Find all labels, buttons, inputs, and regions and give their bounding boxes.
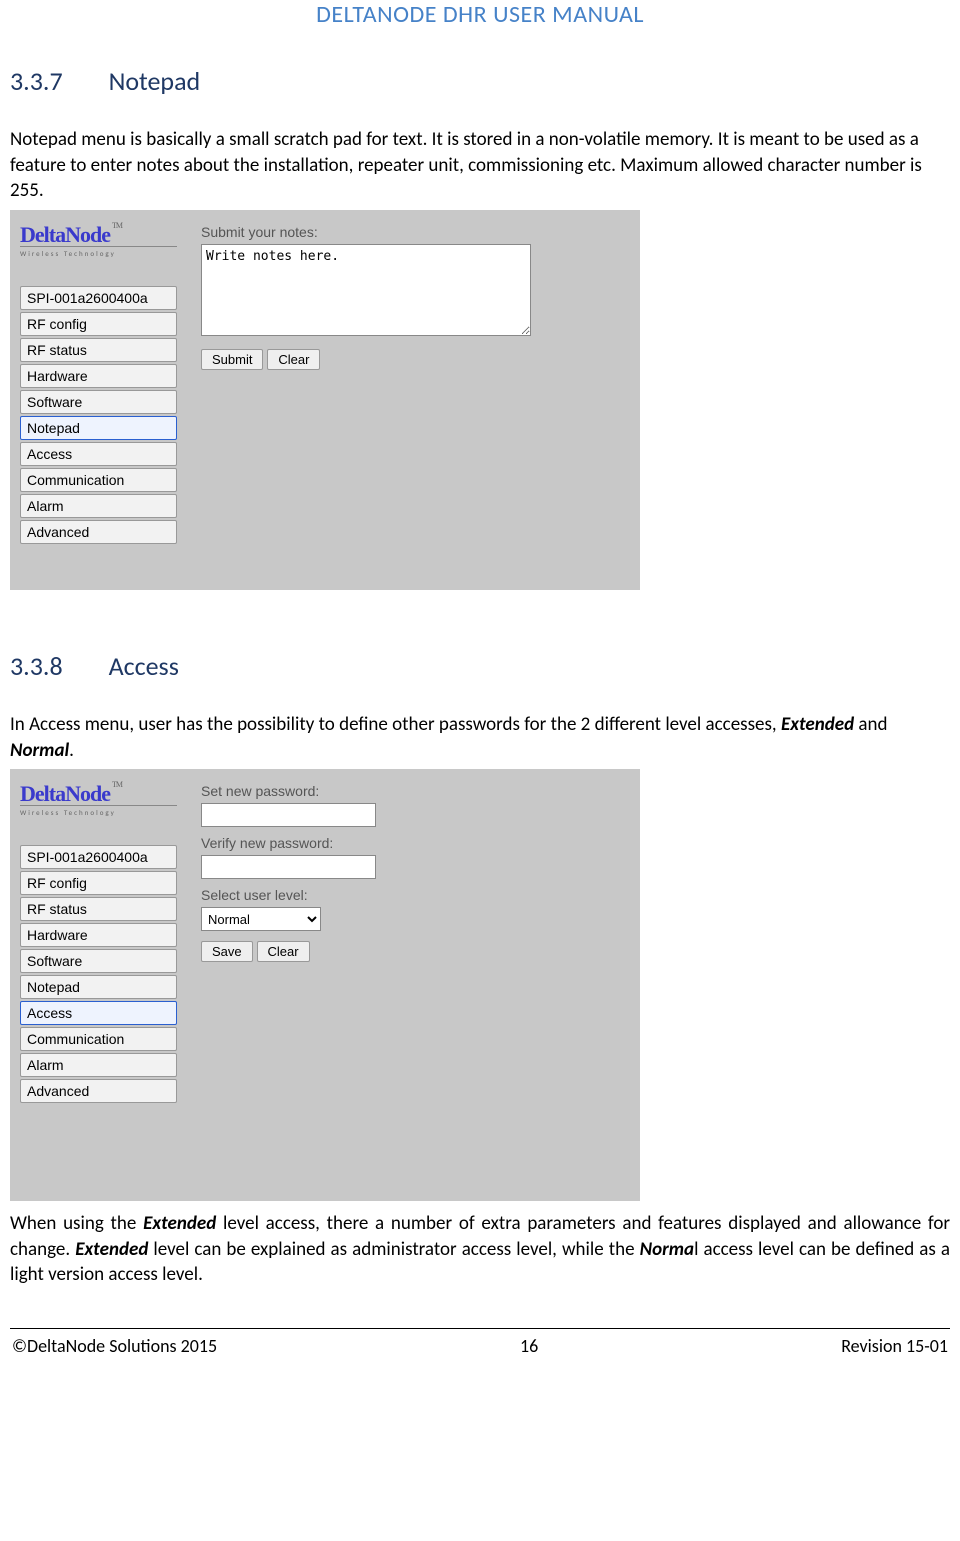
screenshot-access: DeltaNodeTM Wireless Technology SPI-001a… xyxy=(10,769,640,1201)
sidebar-item-hardware[interactable]: Hardware xyxy=(20,364,177,388)
sidebar-menu: SPI-001a2600400aRF configRF statusHardwa… xyxy=(20,286,177,544)
footer-page-number: 16 xyxy=(520,1335,538,1357)
sidebar: DeltaNodeTM Wireless Technology SPI-001a… xyxy=(10,769,183,1145)
section-title: Notepad xyxy=(109,65,201,97)
document-header: DELTANODE DHR USER MANUAL xyxy=(10,0,950,35)
logo-main: DeltaNodeTM xyxy=(20,222,177,248)
sidebar-menu: SPI-001a2600400aRF configRF statusHardwa… xyxy=(20,845,177,1103)
content-area-access: Set new password: Verify new password: S… xyxy=(183,769,386,972)
sidebar-item-software[interactable]: Software xyxy=(20,949,177,973)
section-access-paragraph-1: In Access menu, user has the possibility… xyxy=(10,712,950,763)
deltanode-logo: DeltaNodeTM Wireless Technology xyxy=(20,781,177,817)
screenshot-notepad: DeltaNodeTM Wireless Technology SPI-001a… xyxy=(10,210,640,590)
section-access-paragraph-2: When using the Extended level access, th… xyxy=(10,1211,950,1288)
sidebar-item-advanced[interactable]: Advanced xyxy=(20,1079,177,1103)
sidebar-item-spi-001a2600400a[interactable]: SPI-001a2600400a xyxy=(20,845,177,869)
sidebar-item-alarm[interactable]: Alarm xyxy=(20,494,177,518)
sidebar-item-notepad[interactable]: Notepad xyxy=(20,975,177,999)
section-title: Access xyxy=(109,650,179,682)
page-footer: ©DeltaNode Solutions 2015 16 Revision 15… xyxy=(10,1335,950,1365)
sidebar-item-access[interactable]: Access xyxy=(20,1001,177,1025)
notes-textarea[interactable] xyxy=(201,244,531,336)
sidebar-item-rf-status[interactable]: RF status xyxy=(20,338,177,362)
set-password-input[interactable] xyxy=(201,803,376,827)
logo-tm: TM xyxy=(112,780,122,789)
submit-button[interactable]: Submit xyxy=(201,349,263,370)
footer-rule xyxy=(10,1328,950,1329)
section-heading-notepad: 3.3.7 Notepad xyxy=(10,65,950,97)
sidebar-item-alarm[interactable]: Alarm xyxy=(20,1053,177,1077)
submit-notes-label: Submit your notes: xyxy=(201,224,531,240)
logo-main: DeltaNodeTM xyxy=(20,781,177,807)
sidebar-item-spi-001a2600400a[interactable]: SPI-001a2600400a xyxy=(20,286,177,310)
set-password-label: Set new password: xyxy=(201,783,376,799)
section-number: 3.3.7 xyxy=(10,65,63,97)
sidebar-item-software[interactable]: Software xyxy=(20,390,177,414)
content-area-notepad: Submit your notes: Submit Clear xyxy=(183,210,541,380)
logo-tm: TM xyxy=(112,221,122,230)
section-number: 3.3.8 xyxy=(10,650,63,682)
footer-copyright: ©DeltaNode Solutions 2015 xyxy=(12,1335,217,1357)
sidebar-item-rf-config[interactable]: RF config xyxy=(20,312,177,336)
select-user-level-label: Select user level: xyxy=(201,887,376,903)
deltanode-logo: DeltaNodeTM Wireless Technology xyxy=(20,222,177,258)
sidebar: DeltaNodeTM Wireless Technology SPI-001a… xyxy=(10,210,183,586)
save-button[interactable]: Save xyxy=(201,941,253,962)
sidebar-item-communication[interactable]: Communication xyxy=(20,468,177,492)
user-level-select[interactable]: Normal xyxy=(201,907,321,931)
sidebar-item-rf-status[interactable]: RF status xyxy=(20,897,177,921)
clear-button[interactable]: Clear xyxy=(267,349,320,370)
footer-revision: Revision 15-01 xyxy=(841,1335,948,1357)
sidebar-item-rf-config[interactable]: RF config xyxy=(20,871,177,895)
clear-button[interactable]: Clear xyxy=(257,941,310,962)
section-notepad-paragraph: Notepad menu is basically a small scratc… xyxy=(10,127,950,204)
sidebar-item-notepad[interactable]: Notepad xyxy=(20,416,177,440)
section-heading-access: 3.3.8 Access xyxy=(10,650,950,682)
sidebar-item-advanced[interactable]: Advanced xyxy=(20,520,177,544)
verify-password-input[interactable] xyxy=(201,855,376,879)
sidebar-item-hardware[interactable]: Hardware xyxy=(20,923,177,947)
sidebar-item-access[interactable]: Access xyxy=(20,442,177,466)
verify-password-label: Verify new password: xyxy=(201,835,376,851)
sidebar-item-communication[interactable]: Communication xyxy=(20,1027,177,1051)
